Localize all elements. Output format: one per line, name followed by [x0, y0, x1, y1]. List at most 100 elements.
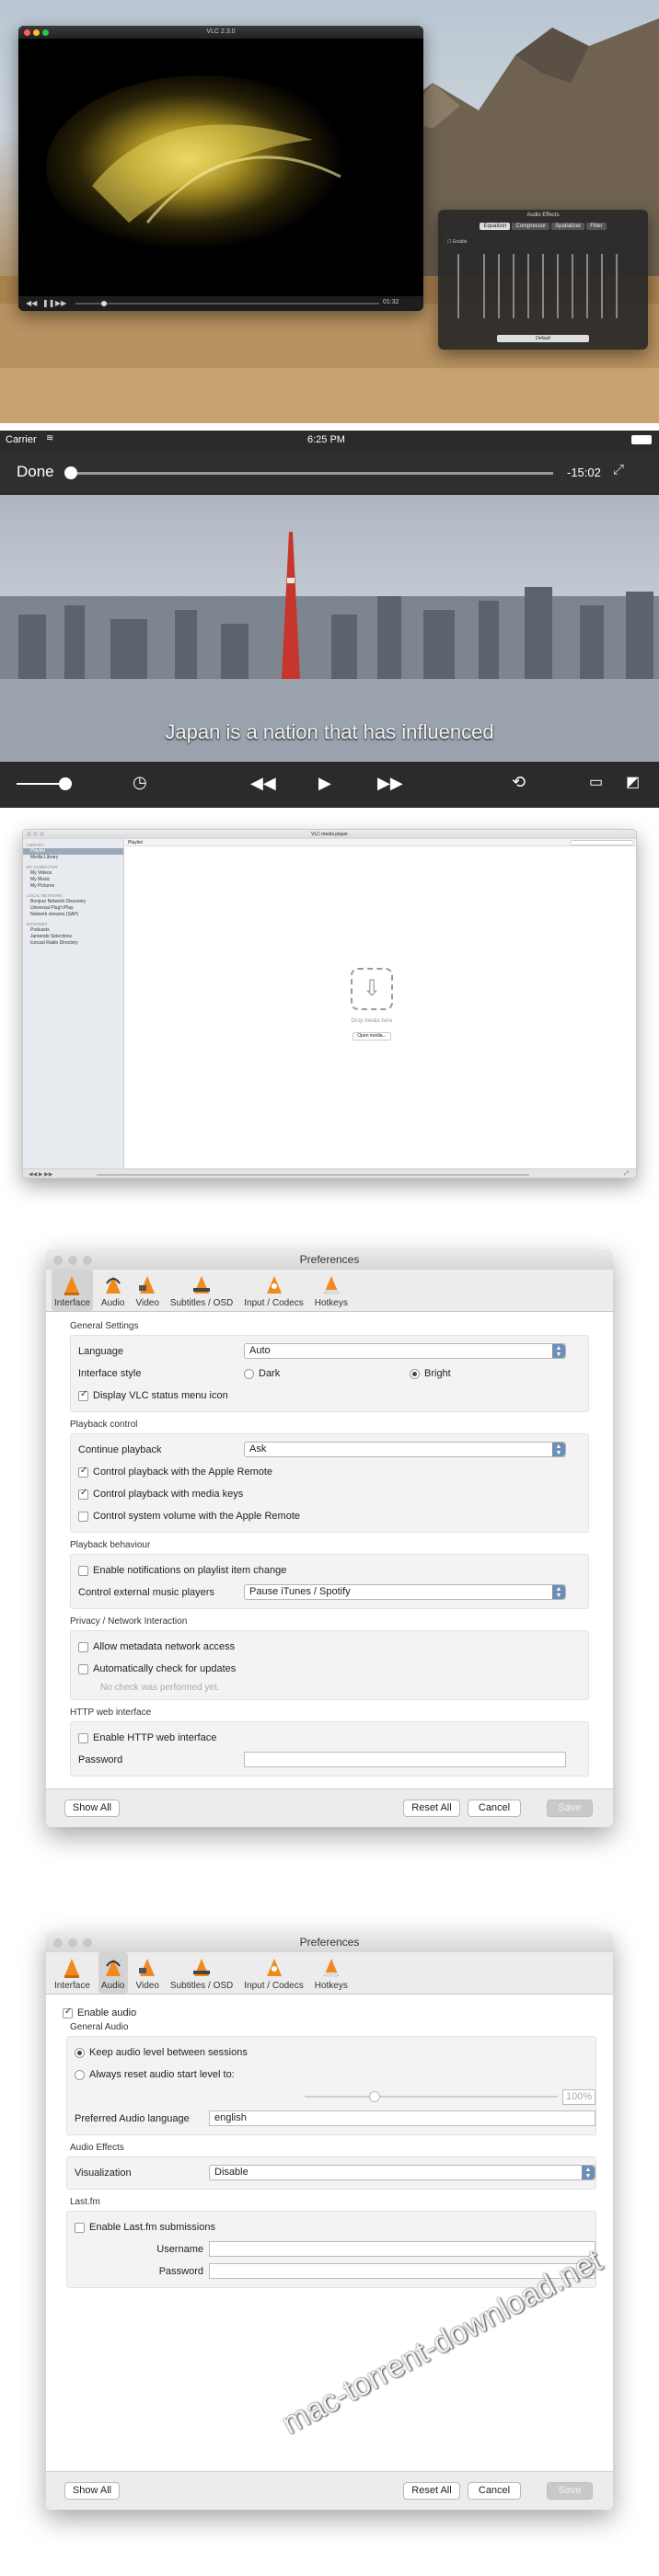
rewind-icon[interactable]: ◀◀: [26, 299, 37, 307]
seek-bar[interactable]: [75, 303, 379, 305]
open-media-button[interactable]: Open media...: [353, 1032, 391, 1041]
tab-spatializer[interactable]: Spatializer: [551, 223, 585, 230]
sidebar-item-videos[interactable]: My Videos: [23, 870, 123, 877]
tab-subtitles[interactable]: Subtitles / OSD: [168, 1952, 236, 1994]
http-enable-row[interactable]: Enable HTTP web interface: [78, 1727, 581, 1749]
keep-level-row[interactable]: Keep audio level between sessions: [75, 2041, 588, 2064]
vlc-player-window: VLC 2.3.0 ◀◀ ❚❚ ▶▶ 01:32: [18, 26, 423, 311]
tab-interface[interactable]: Interface: [52, 1952, 93, 1994]
level-value[interactable]: 100%: [562, 2089, 595, 2105]
close-dot[interactable]: [53, 1256, 63, 1265]
sidebar-item-jamendo[interactable]: Jamendo Selections: [23, 934, 123, 940]
style-dark-radio[interactable]: Dark: [244, 1368, 280, 1379]
seek-knob[interactable]: [101, 301, 107, 306]
save-button[interactable]: Save: [547, 1800, 593, 1817]
search-input[interactable]: [570, 840, 634, 845]
tab-filter[interactable]: Filter: [586, 223, 607, 230]
tab-hotkeys[interactable]: Hotkeys: [312, 1270, 351, 1311]
expand-icon[interactable]: ⤢: [613, 462, 624, 477]
close-dot[interactable]: [24, 29, 30, 36]
pause-icon[interactable]: ❚❚: [42, 299, 54, 307]
fullscreen-icon[interactable]: ⤢: [624, 1171, 629, 1178]
notifications-row[interactable]: Enable notifications on playlist item ch…: [78, 1559, 581, 1581]
equalizer-sliders[interactable]: [447, 250, 641, 324]
level-slider[interactable]: [305, 2096, 558, 2098]
sidebar-item-bonjour[interactable]: Bonjour Network Discovery: [23, 899, 123, 905]
forward-icon[interactable]: ▶▶: [377, 774, 403, 793]
cancel-button[interactable]: Cancel: [468, 2482, 521, 2500]
close-dot[interactable]: [53, 1938, 63, 1948]
external-select[interactable]: Pause iTunes / Spotify ▲ ▼: [244, 1584, 566, 1600]
status-icon-row[interactable]: Display VLC status menu icon: [78, 1385, 581, 1407]
style-bright-radio[interactable]: Bright: [410, 1368, 451, 1379]
tab-hotkeys[interactable]: Hotkeys: [312, 1952, 351, 1994]
sidebar-item-media-library[interactable]: Media Library: [23, 855, 123, 861]
tab-video[interactable]: Video: [133, 1952, 162, 1994]
main-play-controls-icon[interactable]: ◀◀ ▶ ▶▶: [29, 1171, 52, 1178]
tab-compressor[interactable]: Compressor: [512, 223, 550, 230]
ios-seek-knob[interactable]: [64, 466, 77, 479]
save-button[interactable]: Save: [547, 2482, 593, 2500]
visualization-select[interactable]: Disable ▲ ▼: [209, 2165, 595, 2180]
sidebar-item-playlist[interactable]: Playlist: [23, 848, 123, 855]
eq-enable[interactable]: ☐ Enable: [447, 239, 467, 245]
tab-input-codecs[interactable]: Input / Codecs: [241, 1952, 306, 1994]
preferred-language-field[interactable]: english: [209, 2110, 595, 2126]
sidebar-item-music[interactable]: My Music: [23, 877, 123, 883]
updates-row[interactable]: Automatically check for updates: [78, 1658, 581, 1680]
forward-icon[interactable]: ▶▶: [55, 299, 66, 307]
tab-input-codecs[interactable]: Input / Codecs: [241, 1270, 306, 1311]
minimize-dot[interactable]: [33, 832, 38, 836]
tab-equalizer[interactable]: Equalizer: [480, 223, 511, 230]
tab-video[interactable]: Video: [133, 1270, 162, 1311]
minimize-dot[interactable]: [33, 29, 40, 36]
minimize-dot[interactable]: [68, 1938, 77, 1948]
metadata-row[interactable]: Allow metadata network access: [78, 1636, 581, 1658]
checkbox-icon: [78, 1732, 88, 1743]
main-seek-bar[interactable]: [97, 1174, 529, 1176]
show-all-button[interactable]: Show All: [64, 1800, 120, 1817]
password-field[interactable]: [244, 1752, 566, 1767]
sidebar-item-pictures[interactable]: My Pictures: [23, 883, 123, 890]
tab-audio[interactable]: Audio: [98, 1952, 128, 1994]
play-icon[interactable]: ▶: [318, 774, 331, 793]
apple-remote-row[interactable]: Control playback with the Apple Remote: [78, 1461, 581, 1483]
zoom-dot[interactable]: [83, 1938, 92, 1948]
clock-icon[interactable]: ◷: [133, 773, 147, 792]
username-field[interactable]: [209, 2241, 595, 2257]
done-button[interactable]: Done: [17, 463, 54, 481]
volume-knob[interactable]: [59, 777, 72, 790]
reset-level-row[interactable]: Always reset audio start level to:: [75, 2064, 588, 2086]
sidebar-item-sap[interactable]: Network streams (SAP): [23, 912, 123, 918]
preset-select[interactable]: Default: [497, 335, 589, 342]
sidebar-item-upnp[interactable]: Universal Plug'n'Play: [23, 905, 123, 912]
level-slider-knob[interactable]: [369, 2091, 380, 2102]
system-volume-row[interactable]: Control system volume with the Apple Rem…: [78, 1505, 581, 1527]
reset-all-button[interactable]: Reset All: [403, 1800, 460, 1817]
media-keys-row[interactable]: Control playback with media keys: [78, 1483, 581, 1505]
zoom-dot[interactable]: [42, 29, 49, 36]
minimize-dot[interactable]: [68, 1256, 77, 1265]
close-dot[interactable]: [27, 832, 31, 836]
rewind-icon[interactable]: ◀◀: [250, 774, 276, 793]
reset-all-button[interactable]: Reset All: [403, 2482, 460, 2500]
privacy-box: Allow metadata network access Automatica…: [70, 1630, 589, 1700]
aspect-icon[interactable]: ◩: [626, 773, 640, 791]
tab-subtitles[interactable]: Subtitles / OSD: [168, 1270, 236, 1311]
enable-audio-row[interactable]: Enable audio: [63, 2004, 596, 2022]
airplay-icon[interactable]: ▭: [589, 773, 603, 791]
cancel-button[interactable]: Cancel: [468, 1800, 521, 1817]
zoom-dot[interactable]: [40, 832, 44, 836]
sidebar-item-icecast[interactable]: Icecast Radio Directory: [23, 940, 123, 947]
lastfm-enable-row[interactable]: Enable Last.fm submissions: [75, 2216, 588, 2238]
continue-select[interactable]: Ask ▲ ▼: [244, 1442, 566, 1457]
show-all-button[interactable]: Show All: [64, 2482, 120, 2500]
zoom-dot[interactable]: [83, 1256, 92, 1265]
repeat-icon[interactable]: ⟲: [512, 773, 526, 792]
ios-seek-bar[interactable]: [70, 472, 553, 475]
language-select[interactable]: Auto ▲ ▼: [244, 1343, 566, 1359]
tab-audio[interactable]: Audio: [98, 1270, 128, 1311]
drop-target-icon[interactable]: ⇩: [351, 968, 393, 1010]
tab-interface[interactable]: Interface: [52, 1270, 93, 1311]
sidebar-item-podcasts[interactable]: Podcasts: [23, 927, 123, 934]
